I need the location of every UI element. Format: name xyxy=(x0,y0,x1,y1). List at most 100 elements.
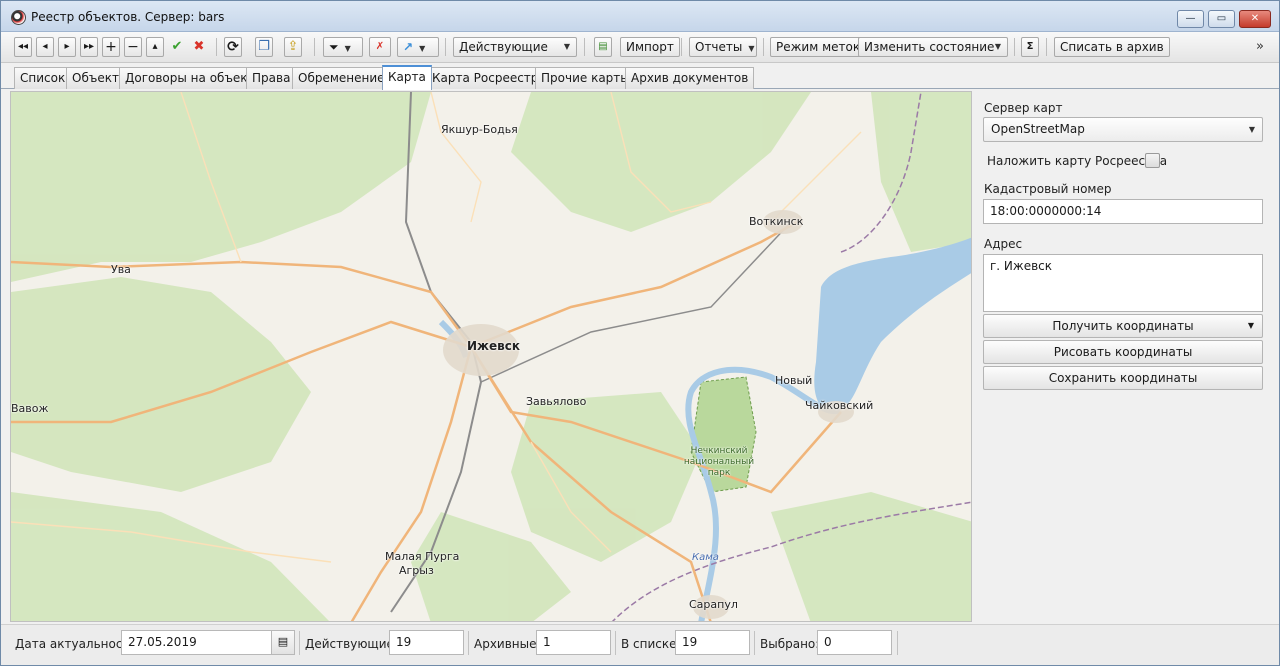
print-button[interactable]: ▤ xyxy=(594,37,612,57)
cadastral-number-field[interactable]: 18:00:0000000:14 xyxy=(983,199,1263,224)
calendar-button[interactable]: ▤ xyxy=(271,630,295,655)
status-filter-select[interactable]: Действующие ▼ xyxy=(453,37,577,57)
dropdown-arrow-icon: ▼ xyxy=(563,42,570,51)
change-state-label: Изменить состояние xyxy=(864,40,995,54)
active-count-label: Действующие: xyxy=(305,637,398,651)
votkinsk-reservoir xyxy=(814,237,971,412)
copy-button[interactable]: ❐ xyxy=(255,37,273,57)
maximize-button[interactable]: ▭ xyxy=(1208,10,1235,28)
map-label-nechkinsky-park: Нечкинский национальный парк xyxy=(683,446,755,478)
tab-label: Обременение xyxy=(298,71,385,85)
toolbar-separator xyxy=(1046,38,1047,56)
map-server-label: Сервер карт xyxy=(984,101,1063,115)
status-separator xyxy=(897,631,898,655)
export-icon: ⇪ xyxy=(287,39,299,54)
tab-list[interactable]: Список xyxy=(14,67,72,89)
refresh-button[interactable]: ⟳ xyxy=(224,37,242,57)
map-label-yakshur-bodya: Якшур-Бодья xyxy=(441,123,518,136)
map-label-kama: Кама xyxy=(692,552,719,563)
dropdown-arrow-icon: ▼ xyxy=(419,44,426,53)
remove-button[interactable]: − xyxy=(124,37,142,57)
draw-coordinates-button[interactable]: Рисовать координаты xyxy=(983,340,1263,364)
toolbar-separator xyxy=(584,38,585,56)
map-view[interactable]: Якшур-Бодья Воткинск Ува Ижевск Новый Ва… xyxy=(10,91,972,622)
toolbar-separator xyxy=(445,38,446,56)
tab-label: Объект xyxy=(72,71,119,85)
delete-button[interactable]: ✖ xyxy=(190,37,208,57)
get-coordinates-button[interactable]: Получить координаты ▼ xyxy=(983,314,1263,338)
clear-filter-icon: ✗ xyxy=(375,41,385,52)
tab-other-maps[interactable]: Прочие карты xyxy=(535,67,636,89)
address-label: Адрес xyxy=(984,237,1023,251)
remove-icon: − xyxy=(127,39,139,55)
move-up-button[interactable]: ▴ xyxy=(146,37,164,57)
tab-contracts[interactable]: Договоры на объект xyxy=(119,67,261,89)
archive-button[interactable]: Списать в архив xyxy=(1054,37,1170,57)
status-separator xyxy=(754,631,755,655)
dropdown-arrow-icon: ▼ xyxy=(748,44,755,53)
map-server-select[interactable]: OpenStreetMap ▼ xyxy=(983,117,1263,142)
goto-button[interactable]: ↗ ▼ xyxy=(397,37,439,57)
import-button[interactable]: Импорт xyxy=(620,37,680,57)
prev-icon: ◂ xyxy=(42,41,48,52)
export-button[interactable]: ⇪ xyxy=(284,37,302,57)
close-button[interactable]: ✕ xyxy=(1239,10,1271,28)
tab-object[interactable]: Объект xyxy=(66,67,125,89)
calendar-icon: ▤ xyxy=(277,635,289,648)
date-label: Дата актуальности xyxy=(15,637,138,651)
first-icon: ◂◂ xyxy=(17,41,29,52)
reports-button[interactable]: Отчеты ▼ xyxy=(689,37,757,57)
sum-icon: Σ xyxy=(1026,41,1034,52)
map-label-agryz: Агрыз xyxy=(399,564,434,577)
chevron-down-icon: ▼ xyxy=(1247,321,1254,330)
tab-label: Договоры на объект xyxy=(125,71,255,85)
toolbar-overflow-icon[interactable]: » xyxy=(1256,39,1264,54)
tab-label: Архив документов xyxy=(631,71,749,85)
address-textarea[interactable]: г. Ижевск xyxy=(983,254,1263,312)
map-label-vavozh: Вавож xyxy=(11,402,49,415)
marks-mode-button[interactable]: Режим меток xyxy=(770,37,867,57)
tab-map[interactable]: Карта xyxy=(382,65,432,90)
apply-button[interactable]: ✔ xyxy=(168,37,186,57)
toolbar-separator xyxy=(763,38,764,56)
map-label-sarapul: Сарапул xyxy=(689,598,738,611)
tab-encumbrance[interactable]: Обременение xyxy=(292,67,391,89)
map-label-votkinsk: Воткинск xyxy=(749,215,804,228)
sum-button[interactable]: Σ xyxy=(1021,37,1039,57)
tab-label: Карта Росреестра xyxy=(432,71,546,85)
active-count-field: 19 xyxy=(389,630,464,655)
archived-count-field: 1 xyxy=(536,630,611,655)
next-record-button[interactable]: ▸ xyxy=(58,37,76,57)
save-coordinates-label: Сохранить координаты xyxy=(1048,371,1198,385)
minimize-button[interactable]: — xyxy=(1177,10,1204,28)
last-record-button[interactable]: ▸▸ xyxy=(80,37,98,57)
toolbar-separator xyxy=(314,38,315,56)
delete-icon: ✖ xyxy=(193,39,205,54)
tab-documents-archive[interactable]: Архив документов xyxy=(625,67,755,89)
map-label-izhevsk: Ижевск xyxy=(467,339,520,353)
map-label-zavyalovo: Завьялово xyxy=(526,395,587,408)
up-icon: ▴ xyxy=(152,41,158,52)
filter-button[interactable]: ⏷ ▼ xyxy=(323,37,363,57)
marks-mode-label: Режим меток xyxy=(776,40,861,54)
reports-button-label: Отчеты xyxy=(695,40,743,54)
railway xyxy=(480,221,792,383)
first-record-button[interactable]: ◂◂ xyxy=(14,37,32,57)
import-button-label: Импорт xyxy=(626,40,674,54)
tab-label: Права xyxy=(252,71,291,85)
overlay-rosreestr-checkbox[interactable] xyxy=(1145,153,1160,168)
filter-icon: ⏷ xyxy=(329,40,339,54)
change-state-button[interactable]: Изменить состояние ▼ xyxy=(858,37,1008,57)
toolbar-separator xyxy=(681,38,682,56)
archive-button-label: Списать в архив xyxy=(1060,40,1164,54)
draw-coordinates-label: Рисовать координаты xyxy=(1053,345,1193,359)
tab-rights[interactable]: Права xyxy=(246,67,297,89)
date-field[interactable]: 27.05.2019 xyxy=(121,630,272,655)
status-bar: Дата актуальности 27.05.2019 ▤ Действующ… xyxy=(1,624,1279,665)
tab-rosreestr-map[interactable]: Карта Росреестра xyxy=(426,67,552,89)
window-title: Реестр объектов. Сервер: bars xyxy=(31,10,225,24)
clear-filter-button[interactable]: ✗ xyxy=(369,37,391,57)
prev-record-button[interactable]: ◂ xyxy=(36,37,54,57)
add-button[interactable]: + xyxy=(102,37,120,57)
save-coordinates-button[interactable]: Сохранить координаты xyxy=(983,366,1263,390)
